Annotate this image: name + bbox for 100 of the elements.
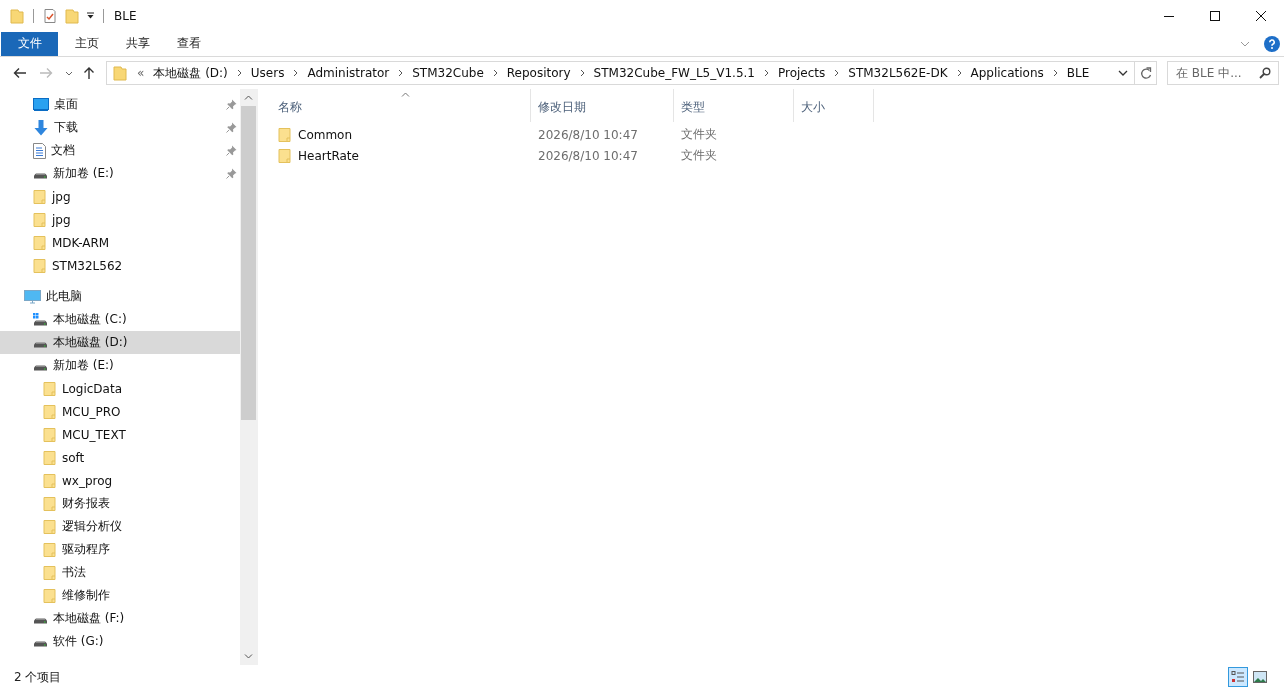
file-type: 文件夹: [681, 147, 717, 164]
sidebar-item[interactable]: MCU_TEXT: [0, 423, 240, 446]
up-arrow-icon[interactable]: [83, 66, 95, 80]
folder-icon: [9, 7, 25, 24]
drive-icon: [33, 341, 48, 348]
folder-icon: [43, 518, 57, 535]
folder-icon: [43, 380, 57, 397]
modified-date: 2026/8/10 10:47: [538, 127, 638, 142]
sidebar-item[interactable]: 文档: [0, 139, 240, 162]
folder-icon: [43, 403, 57, 420]
breadcrumb[interactable]: BLE: [1066, 66, 1090, 80]
drive-icon: [33, 364, 48, 371]
pin-icon[interactable]: [226, 99, 237, 110]
details-view-button[interactable]: [1228, 667, 1248, 687]
system-drive-icon: [33, 312, 48, 327]
sidebar-item[interactable]: 财务报表: [0, 492, 240, 515]
close-icon: [1256, 10, 1266, 21]
sidebar-item[interactable]: 桌面: [0, 93, 240, 116]
sidebar-item[interactable]: jpg: [0, 185, 240, 208]
breadcrumb[interactable]: STM32Cube_FW_L5_V1.5.1: [593, 66, 755, 80]
chevron-icon[interactable]: [764, 69, 769, 77]
recent-caret-icon[interactable]: [65, 70, 73, 76]
ribbon-tab[interactable]: 主页: [62, 31, 112, 56]
drive-icon: [33, 172, 48, 179]
sidebar-item[interactable]: 此电脑: [0, 285, 240, 308]
chevron-icon[interactable]: [956, 69, 962, 77]
folder-icon: [278, 126, 292, 143]
history-caret-icon[interactable]: [1118, 70, 1128, 76]
sidebar-item[interactable]: wx_prog: [0, 469, 240, 492]
folder-icon: [43, 587, 57, 604]
expand-ribbon-icon[interactable]: [1240, 40, 1250, 47]
folder-icon: [43, 472, 57, 489]
sidebar-item[interactable]: MCU_PRO: [0, 400, 240, 423]
folder-icon: [43, 449, 57, 466]
folder-icon: [43, 564, 57, 581]
sidebar-item[interactable]: 驱动程序: [0, 538, 240, 561]
chevron-icon[interactable]: [1052, 69, 1058, 77]
modified-date: 2026/8/10 10:47: [538, 148, 638, 163]
folder-icon: [43, 495, 57, 512]
sidebar-item[interactable]: 本地磁盘 (D:): [0, 331, 240, 354]
breadcrumb[interactable]: Projects: [778, 66, 826, 80]
sidebar-item[interactable]: 新加卷 (E:): [0, 162, 240, 185]
sidebar-item[interactable]: jpg: [0, 208, 240, 231]
back-arrow-icon[interactable]: [13, 67, 27, 79]
search-icon[interactable]: [1259, 67, 1271, 79]
download-arrow-icon: [33, 119, 49, 136]
maximize-icon: [1210, 10, 1220, 21]
breadcrumb[interactable]: Users: [250, 66, 285, 80]
sidebar-item[interactable]: STM32L562: [0, 254, 240, 277]
breadcrumb[interactable]: Administrator: [307, 66, 390, 80]
folder-icon: [43, 426, 57, 443]
sort-caret-icon: [400, 92, 410, 97]
chevron-icon[interactable]: [834, 69, 840, 77]
folder-icon: [278, 147, 292, 164]
file-name[interactable]: Common: [298, 127, 353, 142]
pin-icon[interactable]: [226, 122, 237, 133]
ribbon-tab[interactable]: 共享: [113, 31, 163, 56]
pin-icon[interactable]: [226, 168, 237, 179]
sidebar-item[interactable]: 维修制作: [0, 584, 240, 607]
sidebar-item[interactable]: 本地磁盘 (C:): [0, 308, 240, 331]
chevron-icon[interactable]: [579, 69, 585, 77]
breadcrumb[interactable]: 本地磁盘 (D:): [153, 64, 228, 82]
breadcrumb[interactable]: STM32Cube: [412, 66, 484, 80]
properties-icon[interactable]: [42, 7, 58, 24]
breadcrumb[interactable]: STM32L562E-DK: [848, 66, 948, 80]
drive-icon: [33, 617, 48, 624]
pin-icon[interactable]: [226, 145, 237, 156]
help-icon[interactable]: [1264, 35, 1280, 52]
image-icon: [1253, 671, 1267, 683]
chevron-icon[interactable]: [236, 69, 242, 77]
drive-icon: [33, 640, 48, 647]
sidebar-item[interactable]: LogicData: [0, 377, 240, 400]
sidebar-item[interactable]: 新加卷 (E:): [0, 354, 240, 377]
sidebar-item[interactable]: 本地磁盘 (F:): [0, 607, 240, 630]
sidebar-item[interactable]: 书法: [0, 561, 240, 584]
chevron-icon[interactable]: [398, 69, 404, 77]
breadcrumb[interactable]: Repository: [506, 66, 571, 80]
address-bar[interactable]: « 本地磁盘 (D:) Users Administrator STM32Cube Repository STM32Cube_FW_L5_V1.5.1 Projects STM32L562E-DK Applications BLE: [106, 61, 1135, 85]
file-name[interactable]: HeartRate: [298, 148, 359, 163]
folder-icon: [43, 541, 57, 558]
computer-icon: [24, 289, 41, 304]
refresh-button[interactable]: [1135, 61, 1157, 85]
chevron-icon[interactable]: [293, 69, 299, 77]
folder-icon: [33, 188, 47, 205]
item-count: 2 个项目: [14, 668, 62, 686]
search-field[interactable]: 在 BLE 中...: [1167, 61, 1279, 85]
sidebar-item[interactable]: 下载: [0, 116, 240, 139]
sidebar-item[interactable]: soft: [0, 446, 240, 469]
sidebar-item[interactable]: 软件 (G:): [0, 630, 240, 653]
ribbon-tab[interactable]: 查看: [164, 31, 214, 56]
overflow-chevron[interactable]: «: [137, 66, 145, 80]
dropdown-icon[interactable]: [86, 11, 95, 20]
details-view-icon: [1231, 670, 1245, 684]
chevron-icon[interactable]: [492, 69, 498, 77]
folder-icon: [33, 257, 47, 274]
breadcrumb[interactable]: Applications: [970, 66, 1044, 80]
document-icon: [33, 142, 46, 159]
sidebar-item[interactable]: 逻辑分析仪: [0, 515, 240, 538]
sidebar-item[interactable]: MDK-ARM: [0, 231, 240, 254]
refresh-icon: [1139, 66, 1152, 80]
